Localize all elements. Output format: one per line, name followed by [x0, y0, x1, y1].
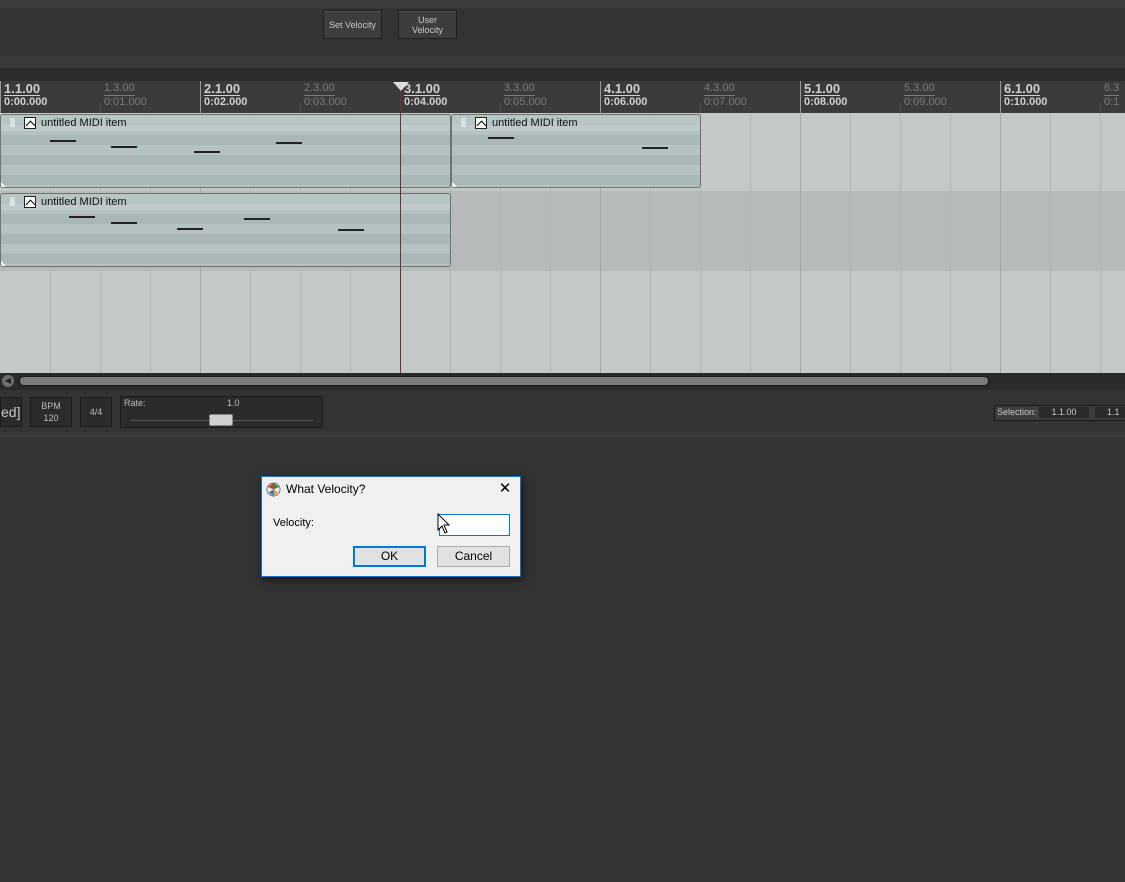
velocity-label: Velocity:: [273, 517, 314, 529]
transport-edge-label: ed]: [0, 397, 22, 427]
selection-label: Selection:: [997, 407, 1037, 417]
midi-item-icon[interactable]: [24, 117, 36, 129]
lock-icon: [461, 118, 466, 127]
bpm-label: BPM: [41, 401, 61, 411]
top-strip: [0, 0, 1125, 8]
playrate-control[interactable]: Rate: 1.0: [120, 396, 323, 428]
item-label: untitled MIDI item: [492, 117, 578, 129]
scroll-thumb[interactable]: [20, 377, 988, 385]
midi-item[interactable]: untitled MIDI item: [0, 193, 451, 267]
timeline-ruler[interactable]: 1.1.00 0:00.000 1.3.00 0:01.000 2.1.00 0:02…: [0, 81, 1125, 113]
edit-cursor-marker-icon[interactable]: [393, 82, 409, 91]
item-corner: [452, 182, 457, 187]
set-velocity-label: Set Velocity: [328, 19, 377, 30]
set-velocity-button[interactable]: Set Velocity: [323, 10, 382, 39]
midi-note[interactable]: [338, 229, 364, 231]
midi-note[interactable]: [488, 137, 514, 139]
midi-note[interactable]: [244, 218, 270, 220]
empty-lane[interactable]: [0, 271, 1125, 373]
arrange-view[interactable]: untitled MIDI item untitled MIDI item un…: [0, 113, 1125, 373]
midi-item[interactable]: untitled MIDI item: [0, 114, 451, 188]
midi-note[interactable]: [276, 142, 302, 144]
edit-cursor[interactable]: [400, 81, 401, 373]
lock-icon: [10, 197, 15, 206]
selection-display[interactable]: Selection: 1.1.00 1.1: [994, 405, 1125, 421]
lock-icon: [10, 118, 15, 127]
cancel-button[interactable]: Cancel: [437, 546, 510, 567]
ruler-top-border: [0, 68, 1125, 81]
midi-note[interactable]: [194, 151, 220, 153]
mouse-pointer-icon: [437, 513, 451, 534]
close-icon[interactable]: ✕: [496, 480, 514, 498]
midi-item[interactable]: untitled MIDI item: [451, 114, 701, 188]
reaper-logo-icon: [266, 482, 281, 497]
midi-note[interactable]: [111, 222, 137, 224]
ok-button[interactable]: OK: [353, 546, 426, 567]
rate-slider-thumb[interactable]: [209, 414, 233, 426]
bpm-value: 120: [43, 413, 59, 423]
toolbar-separator: [0, 56, 1125, 68]
midi-item-icon[interactable]: [475, 117, 487, 129]
midi-note[interactable]: [50, 140, 76, 142]
item-corner: [1, 182, 6, 187]
selection-end[interactable]: 1.1: [1095, 407, 1125, 418]
time-signature-display[interactable]: 4/4: [80, 397, 112, 427]
user-velocity-button[interactable]: User Velocity: [398, 10, 457, 39]
item-label: untitled MIDI item: [41, 117, 127, 129]
user-velocity-label-line1: User: [417, 14, 437, 25]
rate-label: Rate:: [124, 398, 146, 408]
item-label: untitled MIDI item: [41, 196, 127, 208]
scroll-left-icon[interactable]: ◀: [2, 375, 14, 387]
transport-separator: [0, 432, 1125, 437]
midi-note[interactable]: [69, 216, 95, 218]
rate-value: 1.0: [227, 398, 240, 408]
midi-note[interactable]: [111, 146, 137, 148]
dialog-title: What Velocity?: [286, 482, 366, 496]
selection-start[interactable]: 1.1.00: [1039, 407, 1089, 418]
user-velocity-label-line2: Velocity: [411, 24, 444, 35]
midi-item-icon[interactable]: [24, 196, 36, 208]
item-corner: [1, 261, 6, 266]
midi-note[interactable]: [642, 147, 668, 149]
toolbar: Set Velocity User Velocity: [0, 8, 1125, 56]
bpm-display[interactable]: BPM 120: [30, 397, 72, 427]
velocity-dialog: What Velocity? ✕ Velocity: OK Cancel: [261, 476, 521, 577]
midi-note[interactable]: [177, 228, 203, 230]
